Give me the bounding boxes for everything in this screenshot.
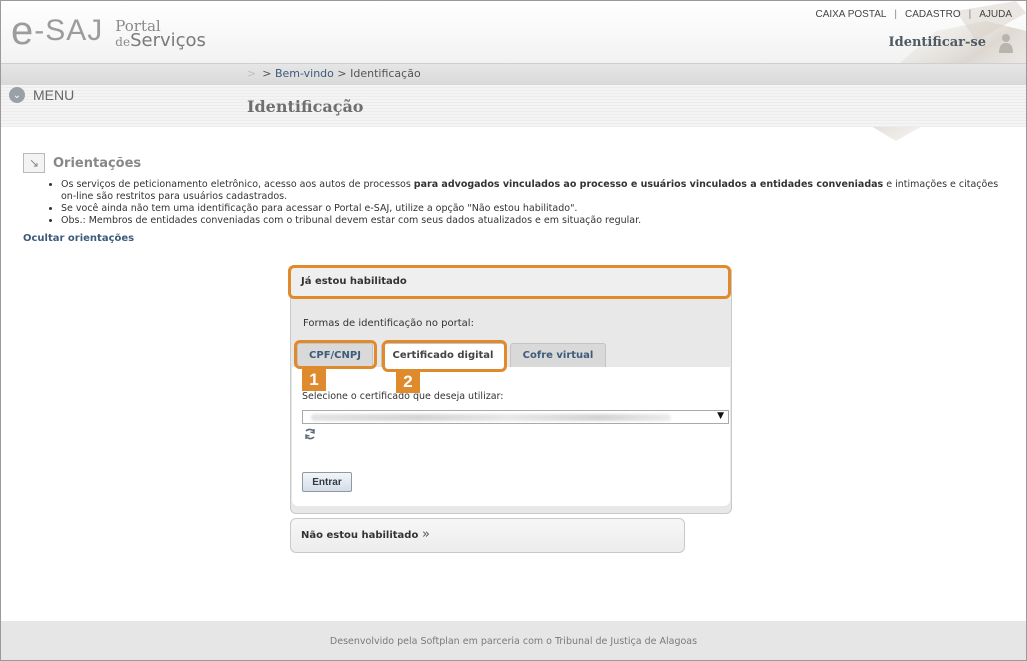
logo-portal-text: Portal deServiços (115, 11, 206, 50)
breadcrumb-separator: > (337, 67, 347, 80)
caixa-postal-link[interactable]: CAIXA POSTAL (815, 9, 886, 20)
dropdown-arrow-icon: ▼ (717, 411, 724, 421)
breadcrumb: > > Bem-vindo > Identificação (247, 67, 421, 80)
double-chevron-right-icon: » (422, 527, 430, 542)
menu-label: MENU (33, 87, 75, 103)
breadcrumb-current: Identificação (350, 67, 421, 80)
title-bar (1, 85, 1026, 127)
login-box: Já estou habilitado Formas de identifica… (290, 266, 732, 514)
certificate-select[interactable]: ▼ (302, 410, 729, 424)
cadastro-link[interactable]: CADASTRO (905, 9, 961, 20)
chevron-down-icon: ⌄ (9, 87, 25, 103)
esaj-logo[interactable]: e -SAJ Portal deServiços (11, 11, 206, 55)
logo-servicos: Serviços (130, 30, 206, 51)
browser-frame: e -SAJ Portal deServiços CAIXA POSTAL | … (0, 0, 1027, 661)
orientacoes-title: Orientações (53, 155, 142, 171)
breadcrumb-arrow: > (247, 67, 257, 80)
menu-button[interactable]: ⌄ MENU (9, 87, 74, 103)
highlight-ja-estou-habilitado (288, 265, 731, 299)
highlight-tab-certificado (382, 340, 507, 372)
list-item: Se você ainda não tem uma identificação … (61, 203, 1004, 215)
orientacoes-list: Os serviços de peticionamento eletrônico… (49, 179, 1004, 227)
ajuda-link[interactable]: AJUDA (979, 9, 1012, 20)
list-item: Os serviços de peticionamento eletrônico… (61, 179, 1004, 203)
refresh-icon[interactable] (303, 427, 317, 441)
enter-button[interactable]: Entrar (302, 472, 352, 492)
blurred-certificate-value (311, 414, 671, 421)
logo-servicos-line: deServiços (115, 32, 206, 50)
forms-label: Formas de identificação no portal: (303, 318, 474, 329)
footer: Desenvolvido pela Softplan em parceria c… (1, 621, 1026, 660)
orientacoes-header: ↘ Orientações (23, 153, 141, 173)
step-badge-2: 2 (396, 371, 420, 393)
tab-panel (292, 367, 730, 506)
step-badge-1: 1 (302, 369, 326, 391)
top-link-separator: | (968, 9, 972, 20)
item1-pre: Os serviços de peticionamento eletrônico… (61, 179, 414, 190)
tab-cofre-virtual[interactable]: Cofre virtual (510, 343, 606, 367)
top-link-separator: | (894, 9, 898, 20)
top-links: CAIXA POSTAL | CADASTRO | AJUDA (815, 9, 1012, 20)
logo-e: e (11, 9, 33, 53)
not-enabled-box[interactable]: Não estou habilitado » (290, 518, 685, 553)
arrow-down-right-icon: ↘ (23, 153, 45, 173)
user-icon[interactable] (998, 33, 1014, 53)
breadcrumb-bar: > > Bem-vindo > Identificação (1, 63, 1026, 85)
page-title: Identificação (247, 97, 364, 116)
not-enabled-label: Não estou habilitado (301, 530, 419, 541)
identify-link[interactable]: Identificar-se (889, 35, 986, 50)
footer-text: Desenvolvido pela Softplan em parceria c… (329, 636, 698, 647)
list-item: Obs.: Membros de entidades conveniadas c… (61, 215, 1004, 227)
breadcrumb-welcome-link[interactable]: Bem-vindo (275, 67, 334, 80)
item1-bold: para advogados vinculados ao processo e … (413, 179, 884, 190)
breadcrumb-arrow: > (262, 67, 272, 80)
logo-de: de (115, 35, 131, 49)
header: e -SAJ Portal deServiços CAIXA POSTAL | … (1, 1, 1026, 141)
hide-orientations-link[interactable]: Ocultar orientações (23, 233, 134, 244)
highlight-tab-cpf (294, 340, 377, 369)
logo-saj: -SAJ (34, 14, 104, 47)
